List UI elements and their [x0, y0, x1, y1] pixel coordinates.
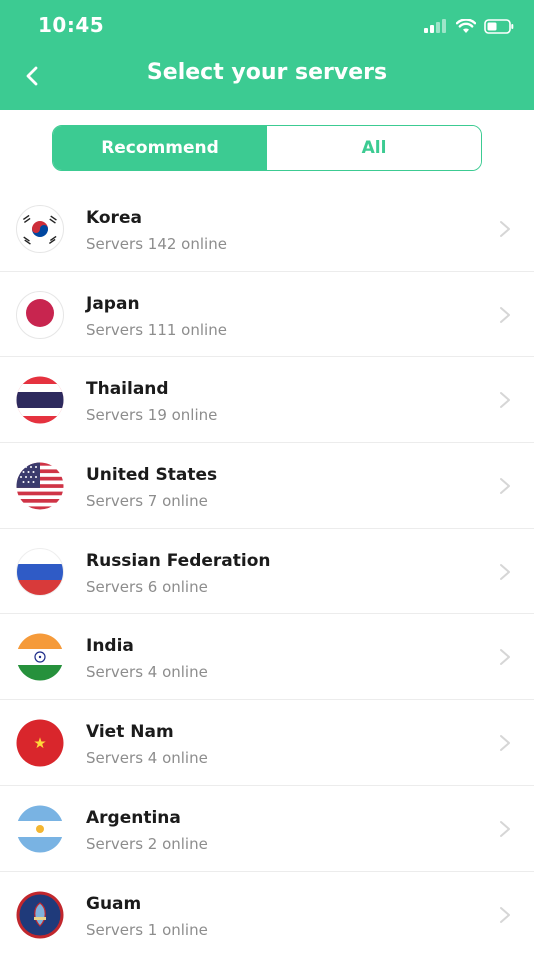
chevron-right-icon	[498, 306, 512, 324]
server-filter-tabs: Recommend All	[52, 125, 482, 171]
servers-online: Servers 6 online	[86, 578, 208, 596]
chevron-right-icon	[498, 734, 512, 752]
chevron-right-icon	[498, 220, 512, 238]
page-title: Select your servers	[0, 60, 534, 85]
vietnam-flag-icon	[16, 719, 64, 767]
chevron-right-icon	[498, 391, 512, 409]
country-name: Argentina	[86, 808, 181, 828]
status-time: 10:45	[38, 13, 104, 37]
list-item[interactable]: Russian Federation Servers 6 online	[0, 529, 534, 615]
battery-icon	[484, 19, 514, 34]
usa-flag-icon	[16, 462, 64, 510]
list-item[interactable]: Argentina Servers 2 online	[0, 786, 534, 872]
list-item[interactable]: Japan Servers 111 online	[0, 272, 534, 358]
status-icons	[424, 16, 514, 36]
country-name: Korea	[86, 208, 142, 228]
wifi-icon	[456, 19, 476, 34]
country-name: India	[86, 636, 134, 656]
russia-flag-icon	[16, 548, 64, 596]
server-list: Korea Servers 142 online Japan Servers 1…	[0, 186, 534, 957]
japan-flag-icon	[16, 291, 64, 339]
country-name: United States	[86, 465, 217, 485]
guam-flag-icon	[16, 891, 64, 939]
country-name: Russian Federation	[86, 551, 271, 571]
servers-online: Servers 2 online	[86, 835, 208, 853]
servers-online: Servers 7 online	[86, 492, 208, 510]
chevron-right-icon	[498, 563, 512, 581]
list-item[interactable]: United States Servers 7 online	[0, 443, 534, 529]
tab-all[interactable]: All	[267, 126, 481, 170]
servers-online: Servers 111 online	[86, 321, 227, 339]
list-item[interactable]: Viet Nam Servers 4 online	[0, 700, 534, 786]
list-item[interactable]: Thailand Servers 19 online	[0, 357, 534, 443]
nav-bar: Select your servers	[0, 52, 534, 100]
servers-online: Servers 4 online	[86, 749, 208, 767]
chevron-right-icon	[498, 648, 512, 666]
country-name: Japan	[86, 294, 140, 314]
thailand-flag-icon	[16, 376, 64, 424]
country-name: Guam	[86, 894, 141, 914]
tab-recommend[interactable]: Recommend	[53, 126, 267, 170]
servers-online: Servers 1 online	[86, 921, 208, 939]
country-name: Thailand	[86, 379, 169, 399]
cellular-signal-icon	[424, 19, 448, 33]
list-item[interactable]: Korea Servers 142 online	[0, 186, 534, 272]
list-item[interactable]: India Servers 4 online	[0, 614, 534, 700]
servers-online: Servers 4 online	[86, 663, 208, 681]
list-item[interactable]: Guam Servers 1 online	[0, 872, 534, 957]
servers-online: Servers 142 online	[86, 235, 227, 253]
korea-flag-icon	[16, 205, 64, 253]
servers-online: Servers 19 online	[86, 406, 217, 424]
chevron-right-icon	[498, 820, 512, 838]
country-name: Viet Nam	[86, 722, 174, 742]
india-flag-icon	[16, 633, 64, 681]
app-header: 10:45 Select yo	[0, 0, 534, 110]
chevron-right-icon	[498, 477, 512, 495]
argentina-flag-icon	[16, 805, 64, 853]
status-bar: 10:45	[0, 0, 534, 52]
chevron-right-icon	[498, 906, 512, 924]
